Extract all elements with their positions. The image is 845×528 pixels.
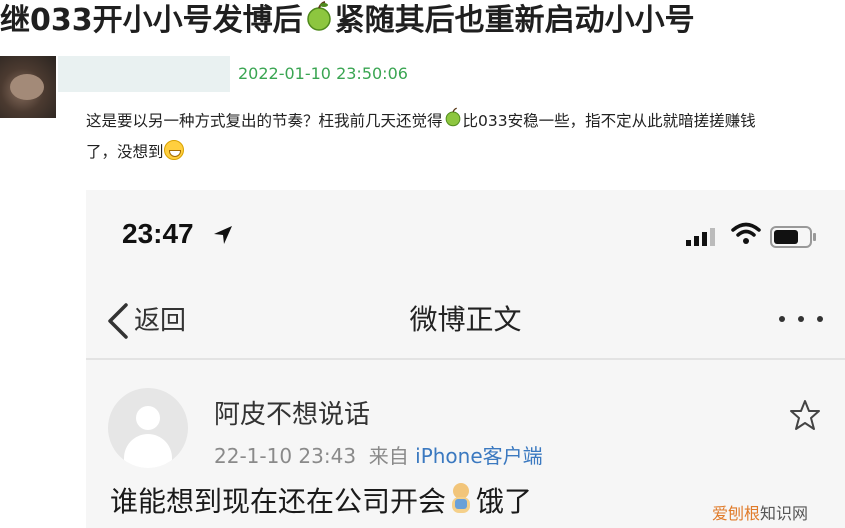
headline-part1: 继033开小小号发博后 <box>0 3 303 38</box>
post-source-prefix: 来自 <box>368 444 409 468</box>
post-time: 22-1-10 23:43 <box>214 444 357 468</box>
comment-line2: 了，没想到 <box>86 142 164 161</box>
user-avatar[interactable] <box>108 388 188 468</box>
comment-text: 这是要以另一种方式复出的节奏？枉我前几天还觉得 比033安稳一些，指不定从此就暗搓… <box>86 106 845 167</box>
watermark: 爱刨根知识网 <box>712 500 808 524</box>
post-text-b: 饿了 <box>476 485 533 518</box>
watermark-part2: 知识网 <box>760 504 809 523</box>
nav-bar: 返回 微博正文 <box>86 286 845 360</box>
post-username[interactable]: 阿皮不想说话 <box>214 394 370 431</box>
post-text: 谁能想到现在还在公司开会 饿了 <box>110 480 532 522</box>
embedded-phone-screenshot: 23:47 返回 微博正文 阿皮不想说话 22-1-10 23:43 来自 iP… <box>86 190 845 528</box>
comment-line1-b: 比033安稳一些，指不定从此就暗搓搓赚钱 <box>462 112 756 130</box>
signal-icon <box>686 228 715 246</box>
post-meta: 22-1-10 23:43 来自 iPhone客户端 <box>214 440 543 469</box>
headline-part2: 紧随其后也重新启动小小号 <box>334 3 695 38</box>
battery-icon <box>770 226 816 248</box>
comment-line1-a: 这是要以另一种方式复出的节奏？枉我前几天还觉得 <box>86 112 443 130</box>
wifi-icon <box>731 222 761 244</box>
watermark-part1: 爱刨根 <box>712 504 761 523</box>
commenter-avatar[interactable] <box>0 56 56 118</box>
baby-emoji-icon <box>446 481 476 522</box>
more-icon[interactable] <box>776 314 826 324</box>
pear-icon <box>443 107 463 137</box>
post-text-a: 谁能想到现在还在公司开会 <box>110 485 447 518</box>
nav-title: 微博正文 <box>409 303 522 336</box>
pear-icon <box>303 0 335 43</box>
headline: 继033开小小号发博后 紧随其后也重新启动小小号 <box>0 0 845 44</box>
redacted-username <box>58 56 230 92</box>
star-icon[interactable] <box>788 398 822 432</box>
location-arrow-icon <box>214 226 232 244</box>
post-source[interactable]: iPhone客户端 <box>415 444 543 468</box>
comment-timestamp: 2022-01-10 23:50:06 <box>238 64 408 83</box>
grin-emoji-icon <box>163 139 184 160</box>
status-time: 23:47 <box>122 218 194 249</box>
